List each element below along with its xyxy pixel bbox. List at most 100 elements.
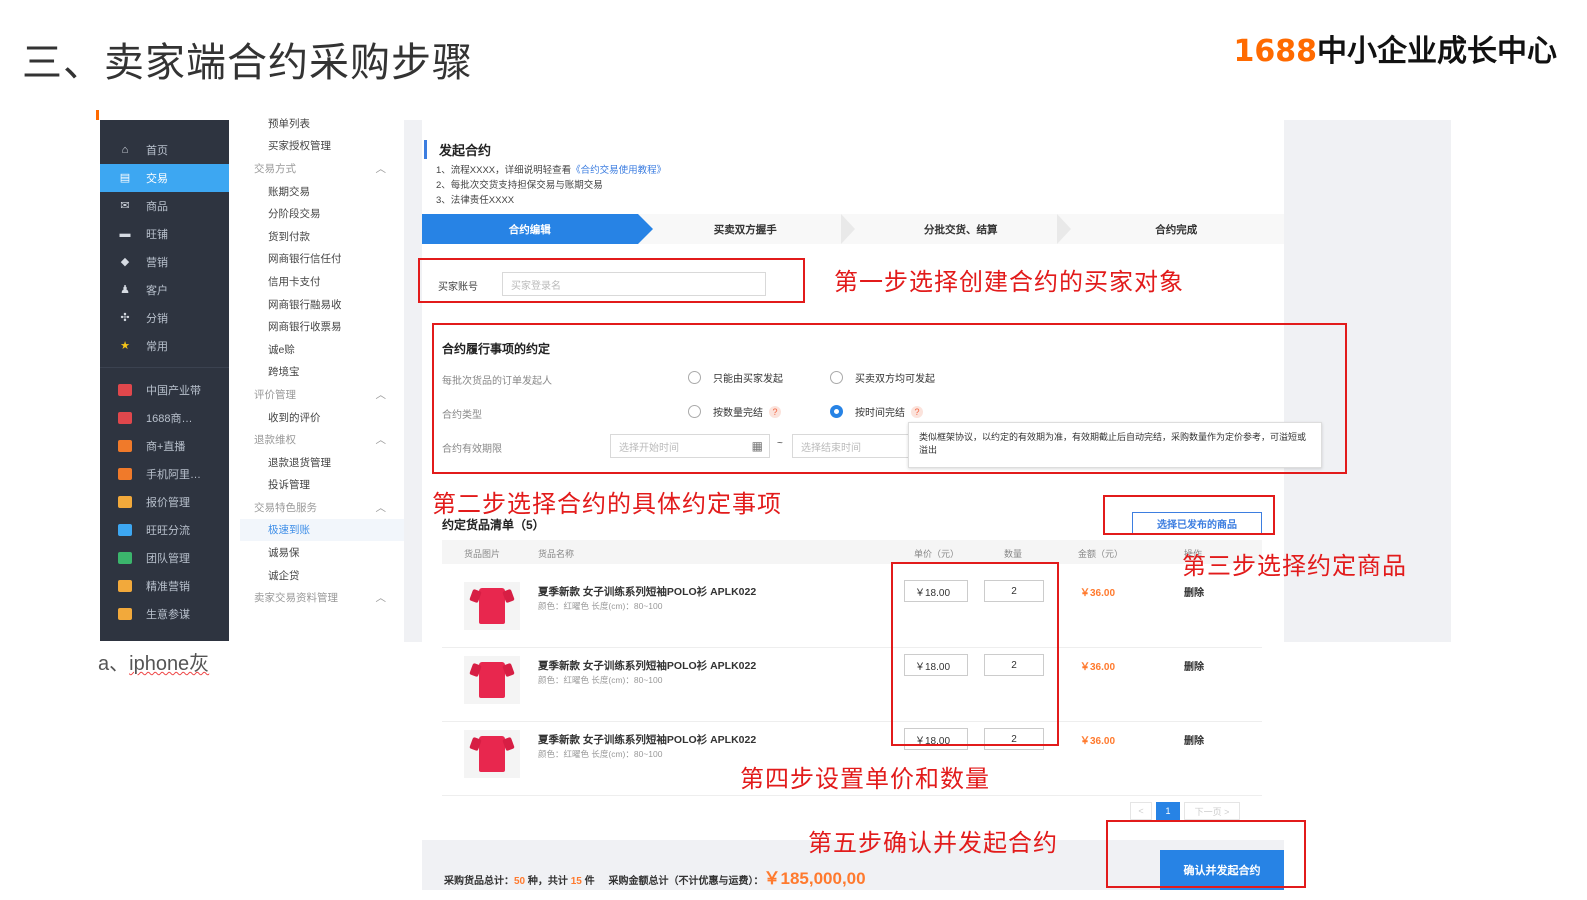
annotation-box-step2 — [432, 323, 1347, 474]
sidebar-app-item[interactable]: 中国产业带 — [100, 376, 229, 404]
sidebar-item[interactable]: ⌂ 首页 — [100, 136, 229, 164]
step-delivery-settlement: 分批交货、结算 — [853, 214, 1071, 244]
submenu-item[interactable]: 网商银行融易收 — [240, 293, 404, 316]
product-name[interactable]: 夏季新款 女子训练系列短袖POLO衫 APLK022 — [538, 658, 756, 673]
annotation-box-step4 — [891, 562, 1059, 746]
sidebar-item[interactable]: ✉ 商品 — [100, 192, 229, 220]
sidebar-item-label: 精准营销 — [146, 581, 190, 593]
submenu-item[interactable]: 诚企贷 — [240, 564, 404, 587]
sidebar-item[interactable]: ▬ 旺铺 — [100, 220, 229, 248]
col-amount: 金额（元） — [1078, 549, 1124, 559]
submenu-item[interactable]: 预单列表 — [240, 112, 404, 135]
sidebar-app-item[interactable]: 1688商… — [100, 404, 229, 432]
submenu-label: 诚企贷 — [268, 569, 300, 582]
secondary-menu: 预单列表买家授权管理交易方式 ︿ 账期交易分阶段交易 货到付款 网商银行信任付 信用卡支付… — [240, 112, 404, 642]
prev-page-button[interactable]: < — [1130, 802, 1152, 820]
submenu-item[interactable]: 货到付款 — [240, 225, 404, 248]
submenu-group[interactable]: 卖家交易资料管理 ︿ — [240, 586, 404, 609]
sidebar-item-label: 报价管理 — [146, 497, 190, 509]
submenu-label: 网商银行融易收 — [268, 298, 342, 311]
delete-button[interactable]: 删除 — [1184, 584, 1204, 599]
note-1: 1、流程XXXX，详细说明轻查看《合约交易使用教程》 — [436, 162, 666, 176]
sidebar-item[interactable]: ★ 常用 — [100, 332, 229, 360]
step-label: 分批交货、结算 — [924, 223, 998, 236]
submenu-group[interactable]: 交易特色服务 ︿ — [240, 496, 404, 519]
submenu-item[interactable]: 买家授权管理 — [240, 135, 404, 158]
quote-icon — [118, 496, 132, 508]
step-label: 合约编辑 — [508, 223, 551, 236]
sidebar-item[interactable]: ✣ 分销 — [100, 304, 229, 332]
sidebar-item[interactable]: ▤ 交易 — [100, 164, 229, 192]
sidebar-app-item[interactable]: 精准营销 — [100, 572, 229, 600]
submenu-item[interactable]: 跨境宝 — [240, 361, 404, 384]
pieces-count: 15 — [570, 876, 582, 887]
brand-number: 1688 — [1233, 34, 1318, 69]
submenu-group[interactable]: 评价管理 ︿ — [240, 383, 404, 406]
delete-button[interactable]: 删除 — [1184, 658, 1204, 673]
sidebar-app-item[interactable]: 手机阿里… — [100, 460, 229, 488]
submenu-group[interactable]: 交易方式 ︿ — [240, 157, 404, 180]
page-1-button[interactable]: 1 — [1156, 802, 1180, 820]
col-image: 货品图片 — [464, 549, 501, 559]
sidebar-item-label: 客户 — [146, 285, 168, 297]
product-name[interactable]: 夏季新款 女子训练系列短袖POLO衫 APLK022 — [538, 584, 756, 599]
submenu-item[interactable]: 信用卡支付 — [240, 270, 404, 293]
shop-icon: ▬ — [119, 228, 131, 240]
precise-marketing-icon — [118, 580, 132, 592]
sidebar-app-item[interactable]: 旺旺分流 — [100, 516, 229, 544]
submenu-item[interactable]: 收到的评价 — [240, 406, 404, 429]
submenu-group[interactable]: 退款维权 ︿ — [240, 428, 404, 451]
submenu-item[interactable]: 极速到账 — [240, 518, 404, 542]
sidebar-item[interactable]: ♟ 客户 — [100, 276, 229, 304]
submenu-item[interactable]: 诚e赊 — [240, 338, 404, 361]
chevron-up-icon[interactable]: ︿ — [376, 432, 387, 447]
submenu-item[interactable]: 分阶段交易 — [240, 202, 404, 225]
annotation-box-step5 — [1106, 820, 1306, 888]
submenu-label: 账期交易 — [268, 185, 310, 198]
sidebar-item[interactable]: ◆ 营销 — [100, 248, 229, 276]
sidebar-item-label: 交易 — [146, 173, 168, 185]
submenu-item[interactable]: 网商银行收票易 — [240, 315, 404, 338]
chevron-up-icon[interactable]: ︿ — [376, 590, 387, 605]
submenu-item[interactable]: 退款退货管理 — [240, 451, 404, 474]
polo-shirt-icon — [479, 736, 505, 772]
chevron-up-icon[interactable]: ︿ — [376, 161, 387, 176]
submenu-item[interactable]: 投诉管理 — [240, 474, 404, 497]
product-name[interactable]: 夏季新款 女子训练系列短袖POLO衫 APLK022 — [538, 732, 756, 747]
submenu-label: 投诉管理 — [268, 479, 310, 492]
sidebar-item-label: 旺旺分流 — [146, 525, 190, 537]
submenu-item[interactable]: 诚易保 — [240, 541, 404, 564]
live-icon — [118, 440, 132, 452]
sidebar-item-label: 营销 — [146, 257, 168, 269]
submenu-item[interactable]: 账期交易 — [240, 180, 404, 203]
sidebar-app-item[interactable]: 生意参谋 — [100, 600, 229, 628]
brand-logo: 1688中小企业成长中心 — [1234, 26, 1558, 70]
delete-button[interactable]: 删除 — [1184, 732, 1204, 747]
product-spec: 颜色：红曜色 长度(cm)：80~100 — [538, 601, 663, 611]
annotation-step1: 第一步选择创建合约的买家对象 — [834, 268, 1184, 296]
submenu-label: 买家授权管理 — [268, 140, 331, 153]
next-page-button[interactable]: 下一页 > — [1184, 802, 1240, 820]
sidebar-app-item[interactable]: 团队管理 — [100, 544, 229, 572]
tutorial-link[interactable]: 《合约交易使用教程》 — [571, 165, 666, 176]
tag-icon: ◆ — [120, 256, 130, 268]
star-icon: ★ — [120, 340, 130, 352]
caption-text: iphone灰 — [129, 653, 210, 675]
sidebar-app-item[interactable]: 报价管理 — [100, 488, 229, 516]
wangwang-icon — [118, 524, 132, 536]
sidebar-item-label: 分销 — [146, 313, 168, 325]
submenu-label: 网商银行收票易 — [268, 321, 342, 334]
sidebar-app-item[interactable]: 商+直播 — [100, 432, 229, 460]
submenu-label: 诚e赊 — [268, 343, 295, 356]
submenu-item[interactable]: 网商银行信任付 — [240, 248, 404, 271]
line-amount: ￥36.00 — [1080, 736, 1116, 747]
step-label: 合约完成 — [1155, 223, 1198, 236]
chevron-up-icon[interactable]: ︿ — [376, 500, 387, 515]
submenu-label: 评价管理 — [254, 388, 296, 401]
product-image — [464, 582, 520, 630]
mobile-ali-icon — [118, 468, 132, 480]
sidebar-item-label: 手机阿里… — [146, 469, 201, 481]
chevron-up-icon[interactable]: ︿ — [376, 387, 387, 402]
submenu-label: 交易方式 — [254, 162, 296, 175]
sidebar-item-label: 旺铺 — [146, 229, 168, 241]
